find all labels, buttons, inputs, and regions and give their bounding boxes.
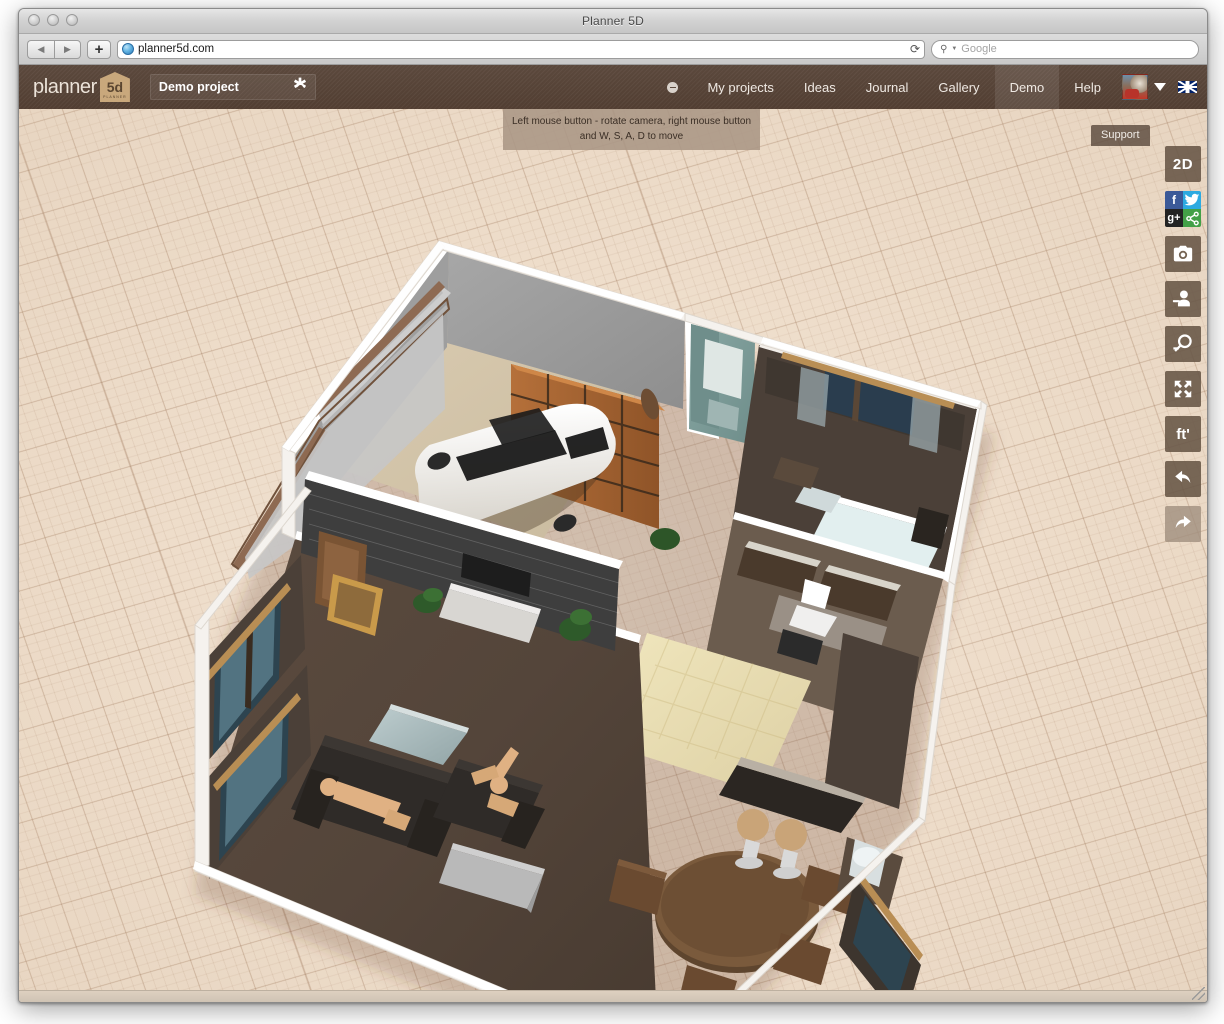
logo-badge-subtitle: PLANNER (103, 96, 127, 100)
avatar[interactable] (1122, 74, 1148, 100)
account-menu[interactable] (1116, 65, 1207, 109)
redo-button[interactable] (1165, 506, 1201, 542)
viewport-bottom-edge (19, 990, 1207, 1002)
twitter-icon[interactable] (1183, 191, 1201, 209)
logo-wordmark: planner (33, 76, 97, 99)
search-dropdown-caret[interactable]: ▼ (951, 46, 957, 52)
window-controls[interactable] (28, 14, 78, 26)
browser-toolbar: ◀ ▶ + planner5d.com ⟳ ⚲ ▼ Google (19, 34, 1207, 65)
window-titlebar: Planner 5D (19, 9, 1207, 34)
app-logo[interactable]: planner 5d PLANNER (33, 72, 130, 102)
search-input[interactable]: ⚲ ▼ Google (931, 40, 1199, 59)
screenshot-button[interactable] (1165, 236, 1201, 272)
nav-item-journal[interactable]: Journal (851, 65, 924, 109)
google-plus-icon[interactable]: g+ (1165, 209, 1183, 227)
minimize-window-button[interactable] (47, 14, 59, 26)
window-resize-grip[interactable] (1192, 987, 1205, 1000)
zoom-out-button[interactable] (1165, 326, 1201, 362)
3d-viewport[interactable]: Left mouse button - rotate camera, right… (19, 109, 1207, 1002)
nav-item-ideas[interactable]: Ideas (789, 65, 851, 109)
search-icon: ⚲ (940, 44, 947, 55)
camera-hint-tooltip: Left mouse button - rotate camera, right… (503, 109, 760, 150)
nav-item-gallery[interactable]: Gallery (923, 65, 994, 109)
nav-item-my-projects[interactable]: My projects (692, 65, 788, 109)
add-person-button[interactable] (1165, 281, 1201, 317)
browser-window: Planner 5D ◀ ▶ + planner5d.com ⟳ ⚲ ▼ Goo… (18, 8, 1208, 1003)
undo-button[interactable] (1165, 461, 1201, 497)
flag-uk-icon[interactable] (1178, 81, 1197, 93)
address-bar[interactable]: planner5d.com ⟳ (117, 40, 925, 59)
chevron-down-icon[interactable] (1154, 83, 1166, 91)
project-name-field[interactable]: Demo project (150, 74, 316, 100)
share-icon[interactable] (1183, 209, 1201, 227)
nav-item-help[interactable]: Help (1059, 65, 1116, 109)
menu-toggle-icon[interactable] (667, 82, 678, 93)
address-bar-url: planner5d.com (138, 43, 214, 55)
close-window-button[interactable] (28, 14, 40, 26)
share-social-buttons[interactable]: f g+ (1165, 191, 1201, 227)
reload-button[interactable]: ⟳ (910, 42, 920, 56)
logo-house-icon: 5d PLANNER (100, 72, 130, 102)
plant (650, 528, 680, 550)
support-tab[interactable]: Support (1091, 125, 1150, 146)
globe-icon (122, 43, 134, 55)
forward-button[interactable]: ▶ (54, 40, 81, 59)
back-button[interactable]: ◀ (27, 40, 54, 59)
logo-badge-number: 5d (107, 80, 123, 94)
nav-item-demo[interactable]: Demo (995, 65, 1060, 109)
fullscreen-button[interactable] (1165, 371, 1201, 407)
house-3d-model[interactable] (19, 109, 1207, 1002)
right-toolbar: Support 2D f g+ (1159, 109, 1207, 551)
units-button[interactable]: ft' (1165, 416, 1201, 452)
planner5d-app: planner 5d PLANNER Demo project My proje… (19, 65, 1207, 1002)
new-tab-button[interactable]: + (87, 40, 111, 59)
app-header: planner 5d PLANNER Demo project My proje… (19, 65, 1207, 109)
main-navigation: My projects Ideas Journal Gallery Demo H… (663, 65, 1207, 109)
gear-icon[interactable] (293, 80, 307, 94)
view-2d-button[interactable]: 2D (1165, 146, 1201, 182)
project-name-value: Demo project (159, 80, 239, 94)
navigation-buttons[interactable]: ◀ ▶ (27, 40, 81, 59)
zoom-window-button[interactable] (66, 14, 78, 26)
search-placeholder: Google (961, 43, 996, 55)
window-title: Planner 5D (19, 9, 1207, 33)
facebook-icon[interactable]: f (1165, 191, 1183, 209)
